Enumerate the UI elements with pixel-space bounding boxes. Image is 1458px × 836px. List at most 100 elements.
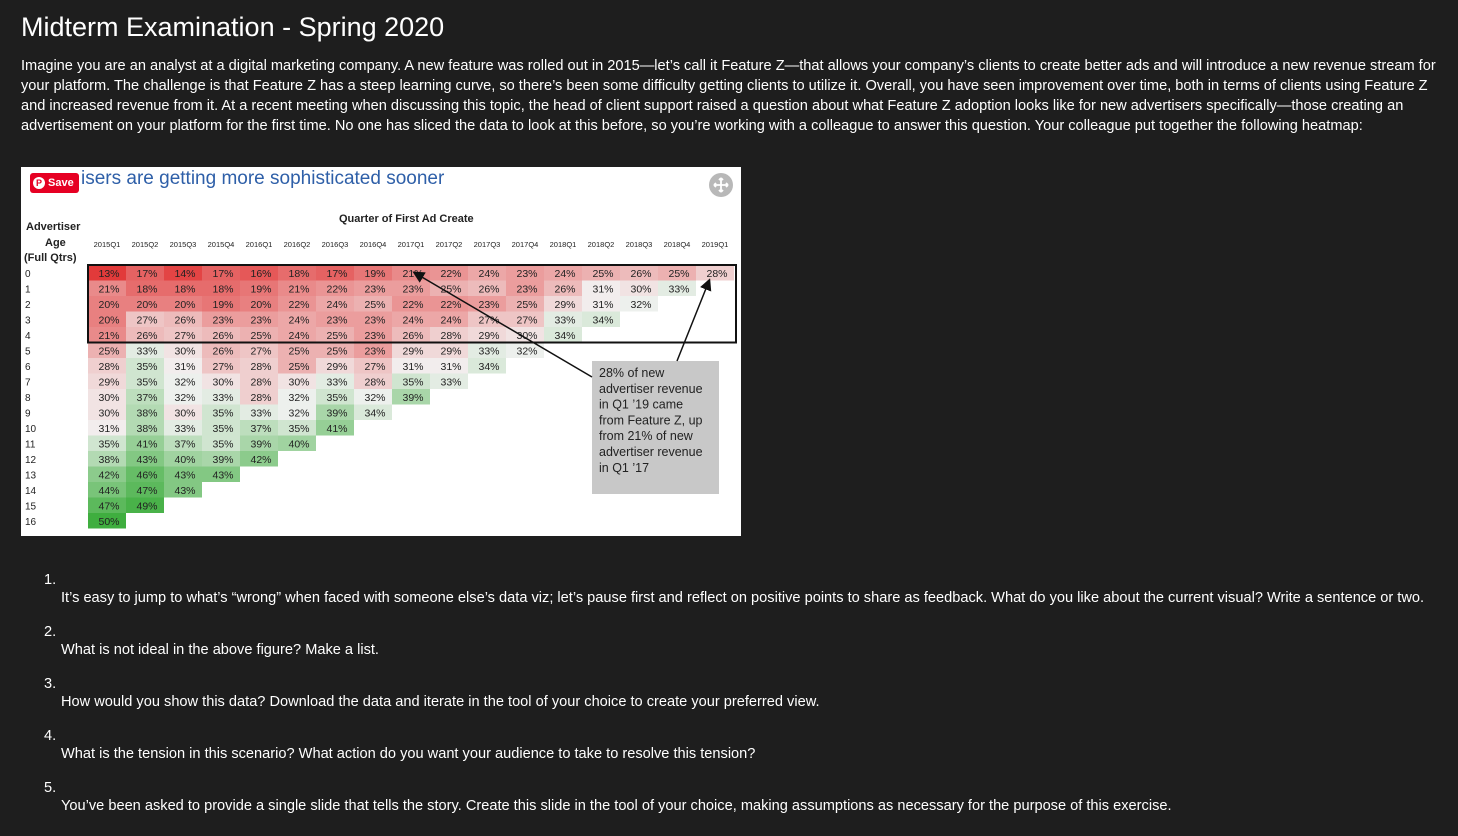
question-item: 5. You’ve been asked to provide a single… bbox=[44, 780, 1444, 832]
cell-value-label: 30% bbox=[174, 407, 195, 419]
cell-value-label: 26% bbox=[554, 283, 575, 295]
cell-value-label: 25% bbox=[326, 345, 347, 357]
cell-value-label: 34% bbox=[592, 314, 613, 326]
cell-value-label: 33% bbox=[478, 345, 499, 357]
cell-value-label: 39% bbox=[212, 454, 233, 466]
cell-value-label: 37% bbox=[174, 438, 195, 450]
cell-value-label: 20% bbox=[174, 299, 195, 311]
cell-value-label: 26% bbox=[478, 283, 499, 295]
cell-value-label: 30% bbox=[212, 376, 233, 388]
cell-value-label: 22% bbox=[402, 299, 423, 311]
cell-value-label: 25% bbox=[668, 268, 689, 280]
cell-value-label: 25% bbox=[364, 299, 385, 311]
cell-value-label: 39% bbox=[402, 392, 423, 404]
x-tick-label: 2018Q3 bbox=[626, 240, 653, 249]
y-tick-label: 15 bbox=[25, 501, 37, 512]
cell-value-label: 32% bbox=[364, 392, 385, 404]
y-tick-label: 11 bbox=[25, 439, 36, 450]
annotation-text-line: 28% of new bbox=[599, 366, 665, 380]
cell-value-label: 26% bbox=[630, 268, 651, 280]
cell-value-label: 35% bbox=[98, 438, 119, 450]
cell-value-label: 28% bbox=[250, 392, 271, 404]
annotation-text-line: advertiser revenue bbox=[599, 382, 703, 396]
x-tick-label: 2016Q1 bbox=[246, 240, 273, 249]
cell-value-label: 30% bbox=[516, 330, 537, 342]
cell-value-label: 23% bbox=[364, 330, 385, 342]
cell-value-label: 40% bbox=[174, 454, 195, 466]
y-tick-label: 16 bbox=[25, 517, 37, 528]
cell-value-label: 38% bbox=[136, 407, 157, 419]
cell-value-label: 21% bbox=[288, 283, 309, 295]
y-tick-label: 10 bbox=[25, 424, 37, 435]
question-item: 2. What is not ideal in the above figure… bbox=[44, 624, 1444, 676]
cell-value-label: 24% bbox=[554, 268, 575, 280]
cell-value-label: 31% bbox=[440, 361, 461, 373]
cell-value-label: 35% bbox=[212, 438, 233, 450]
cell-value-label: 23% bbox=[516, 283, 537, 295]
cell-value-label: 23% bbox=[516, 268, 537, 280]
question-text: You’ve been asked to provide a single sl… bbox=[61, 798, 1172, 814]
annotation-text-line: advertiser revenue bbox=[599, 445, 703, 459]
cell-value-label: 25% bbox=[592, 268, 613, 280]
x-tick-label: 2016Q3 bbox=[322, 240, 349, 249]
cell-value-label: 24% bbox=[478, 268, 499, 280]
cell-value-label: 27% bbox=[212, 361, 233, 373]
cell-value-label: 18% bbox=[288, 268, 309, 280]
cell-value-label: 19% bbox=[364, 268, 385, 280]
y-tick-label: 9 bbox=[25, 408, 31, 419]
cell-value-label: 23% bbox=[478, 299, 499, 311]
cell-value-label: 16% bbox=[250, 268, 271, 280]
cell-value-label: 27% bbox=[174, 330, 195, 342]
cell-value-label: 24% bbox=[402, 314, 423, 326]
cell-value-label: 32% bbox=[630, 299, 651, 311]
cell-value-label: 29% bbox=[478, 330, 499, 342]
cell-value-label: 32% bbox=[288, 392, 309, 404]
cell-value-label: 26% bbox=[212, 330, 233, 342]
cell-value-label: 39% bbox=[250, 438, 271, 450]
x-tick-label: 2015Q3 bbox=[170, 240, 197, 249]
annotation-text-line: in Q1 ’19 came bbox=[599, 398, 683, 412]
annotation-text-line: from 21% of new bbox=[599, 429, 694, 443]
cell-value-label: 24% bbox=[326, 299, 347, 311]
cell-value-label: 23% bbox=[402, 283, 423, 295]
cell-value-label: 35% bbox=[212, 423, 233, 435]
cell-value-label: 40% bbox=[288, 438, 309, 450]
cell-value-label: 35% bbox=[212, 407, 233, 419]
y-tick-label: 12 bbox=[25, 455, 37, 466]
cell-value-label: 24% bbox=[440, 314, 461, 326]
cell-value-label: 17% bbox=[136, 268, 157, 280]
y-tick-label: 8 bbox=[25, 393, 31, 404]
cell-value-label: 23% bbox=[212, 314, 233, 326]
cell-value-label: 24% bbox=[288, 314, 309, 326]
question-text: What is not ideal in the above figure? M… bbox=[61, 642, 379, 658]
cell-value-label: 25% bbox=[250, 330, 271, 342]
question-list: 1. It’s easy to jump to what’s “wrong” w… bbox=[44, 572, 1444, 832]
cell-value-label: 25% bbox=[288, 361, 309, 373]
cell-value-label: 22% bbox=[288, 299, 309, 311]
y-tick-label: 5 bbox=[25, 346, 31, 357]
cell-value-label: 29% bbox=[326, 361, 347, 373]
cell-value-label: 33% bbox=[212, 392, 233, 404]
question-item: 3. How would you show this data? Downloa… bbox=[44, 676, 1444, 728]
cell-value-label: 37% bbox=[250, 423, 271, 435]
cell-value-label: 25% bbox=[326, 330, 347, 342]
annotation-text-line: from Feature Z, up bbox=[599, 413, 703, 427]
cell-value-label: 25% bbox=[516, 299, 537, 311]
cell-value-label: 44% bbox=[98, 485, 119, 497]
cell-value-label: 32% bbox=[516, 345, 537, 357]
x-tick-label: 2018Q4 bbox=[664, 240, 691, 249]
question-text: What is the tension in this scenario? Wh… bbox=[61, 746, 756, 762]
x-tick-label: 2015Q1 bbox=[94, 240, 121, 249]
cell-value-label: 27% bbox=[364, 361, 385, 373]
cell-value-label: 26% bbox=[136, 330, 157, 342]
cell-value-label: 28% bbox=[440, 330, 461, 342]
cell-value-label: 43% bbox=[174, 485, 195, 497]
cell-value-label: 42% bbox=[250, 454, 271, 466]
cell-value-label: 31% bbox=[98, 423, 119, 435]
question-text: It’s easy to jump to what’s “wrong” when… bbox=[61, 590, 1425, 606]
x-tick-label: 2018Q1 bbox=[550, 240, 577, 249]
cell-value-label: 35% bbox=[136, 361, 157, 373]
cell-value-label: 30% bbox=[98, 407, 119, 419]
question-item: 4. What is the tension in this scenario?… bbox=[44, 728, 1444, 780]
cell-value-label: 33% bbox=[440, 376, 461, 388]
